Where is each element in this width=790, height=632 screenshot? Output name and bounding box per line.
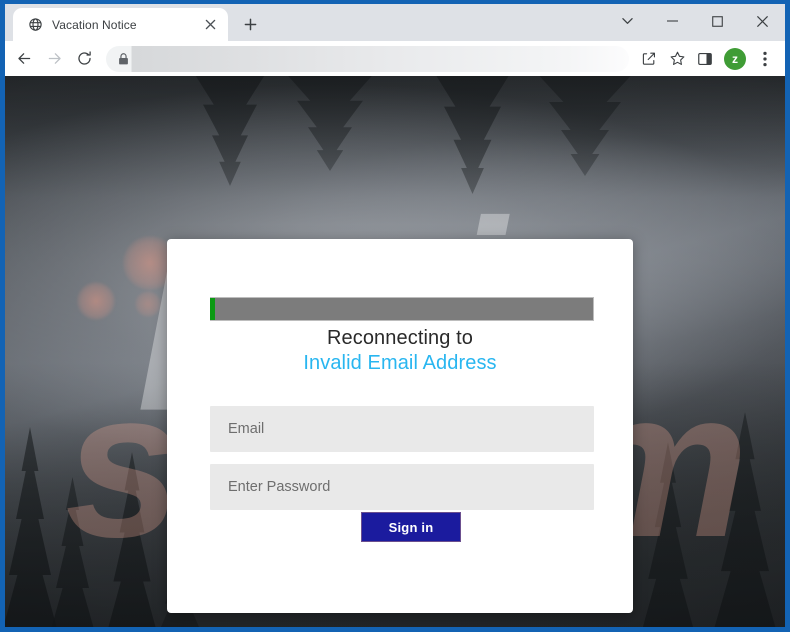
address-bar[interactable] [106,45,629,72]
reconnecting-label: Reconnecting to [326,327,474,349]
tab-search-chevron-down-icon[interactable] [605,4,650,38]
star-icon[interactable] [663,45,691,73]
reload-button[interactable] [69,44,99,74]
maximize-button[interactable] [695,4,740,38]
globe-icon [27,17,43,33]
back-button[interactable] [9,44,39,74]
forward-button[interactable] [39,44,69,74]
avatar[interactable]: z [724,47,746,70]
tab-title: Vacation Notice [52,17,137,32]
three-dot-menu-icon[interactable] [751,45,779,73]
bokeh-light [77,282,115,320]
tab-strip: Vacation Notice [5,4,785,41]
progress-bar [210,297,594,321]
share-icon[interactable] [635,45,663,73]
window-controls [605,4,785,38]
page-viewport: pcri sk.com Reconnecting to Invalid Emai… [5,76,785,627]
lock-icon[interactable] [115,51,131,67]
browser-toolbar: z [5,41,785,76]
tab-close-icon[interactable] [200,15,220,35]
minimize-button[interactable] [650,4,695,38]
sign-in-button[interactable]: Sign in [361,512,461,542]
email-field[interactable] [210,406,594,452]
login-card: Reconnecting to Invalid Email Address Si… [167,239,633,613]
progress-bar-fill [210,298,215,320]
browser-tab[interactable]: Vacation Notice [13,8,228,41]
password-field[interactable] [210,464,594,510]
browser-window: Vacation Notice z Reconnecting to Invali… [0,0,790,632]
close-window-button[interactable] [740,4,785,38]
target-account-label: Invalid Email Address [303,352,497,374]
side-panel-icon[interactable] [691,45,719,73]
bokeh-light [135,291,161,317]
new-tab-button[interactable] [236,10,264,38]
